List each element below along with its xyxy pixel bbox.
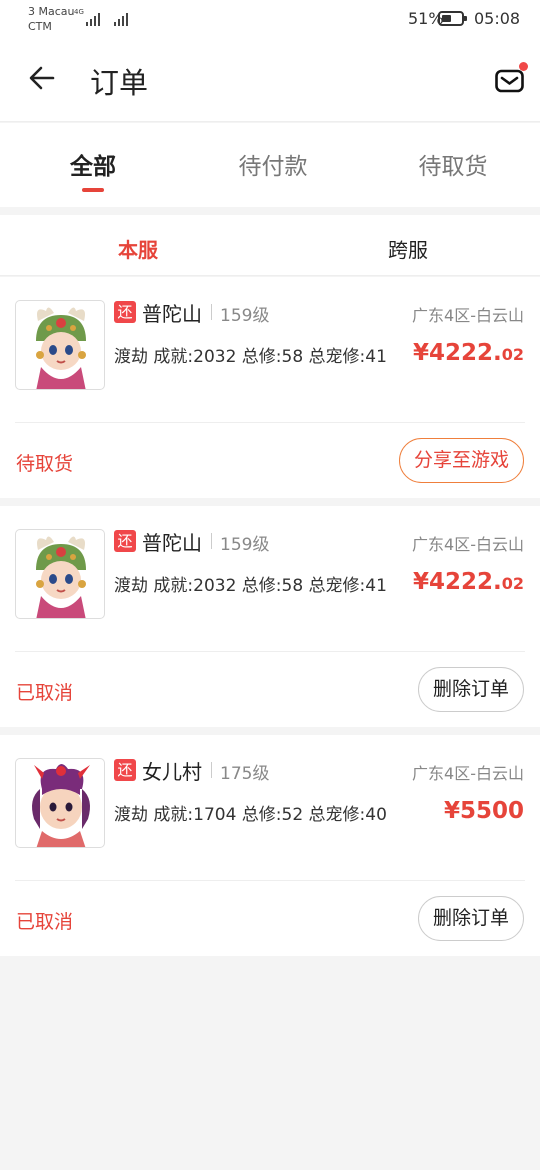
price-cents: 02 [501, 574, 524, 593]
card-divider [15, 880, 525, 881]
server-name: 广东4区-白云山 [412, 306, 524, 325]
price: ¥4222.02 [413, 340, 524, 366]
character-stats: 渡劫 成就:2032 总修:58 总宠修:41 [114, 347, 387, 367]
divider-bar [211, 304, 212, 320]
battery-icon [438, 11, 467, 26]
return-badge: 还 [114, 530, 136, 552]
order-status: 待取货 [16, 453, 74, 475]
back-arrow-icon[interactable] [26, 62, 58, 94]
price-main: ¥5500 [443, 798, 524, 824]
order-card[interactable]: 还 普陀山 159级 广东4区-白云山 渡劫 成就:2032 总修:58 总宠修… [0, 506, 540, 727]
active-tab-indicator [82, 188, 104, 192]
share-to-game-button[interactable]: 分享至游戏 [398, 438, 524, 483]
return-badge: 还 [114, 301, 136, 323]
tab-all[interactable]: 全部 [3, 147, 183, 181]
app-header: 订单 [0, 40, 540, 122]
character-school: 普陀山 [142, 302, 202, 326]
delete-order-button[interactable]: 删除订单 [417, 667, 524, 712]
status-time: 05:08 [474, 9, 521, 28]
character-level: 175级 [220, 764, 270, 784]
delete-order-button[interactable]: 删除订单 [417, 896, 524, 941]
price-main: ¥4222. [412, 340, 502, 366]
notification-dot [519, 62, 528, 71]
character-avatar [15, 758, 105, 848]
divider-bar [211, 762, 212, 778]
divider-bar [211, 533, 212, 549]
character-avatar [15, 300, 105, 390]
order-card[interactable]: 还 普陀山 159级 广东4区-白云山 渡劫 成就:2032 总修:58 总宠修… [0, 277, 540, 498]
tab-pending-pickup[interactable]: 待取货 [363, 147, 540, 181]
tab-pending-payment[interactable]: 待付款 [183, 147, 363, 181]
order-status: 已取消 [16, 911, 74, 933]
character-stats: 渡劫 成就:2032 总修:58 总宠修:41 [114, 576, 387, 596]
server-name: 广东4区-白云山 [412, 535, 524, 554]
card-divider [15, 651, 525, 652]
carrier-label: 3 Macau CTM [28, 5, 75, 33]
server-tabs: 本服 跨服 [0, 215, 540, 276]
tab-cross-server[interactable]: 跨服 [273, 234, 540, 263]
price-main: ¥4222. [412, 569, 502, 595]
character-school: 普陀山 [142, 531, 202, 555]
character-avatar [15, 529, 105, 619]
server-name: 广东4区-白云山 [412, 764, 524, 783]
price: ¥4222.02 [413, 569, 524, 595]
tab-same-server[interactable]: 本服 [3, 234, 273, 263]
order-tabs: 全部 待付款 待取货 [0, 123, 540, 207]
price-cents: 02 [501, 345, 524, 364]
page-title: 订单 [90, 66, 149, 100]
character-stats: 渡劫 成就:1704 总修:52 总宠修:40 [114, 805, 387, 825]
character-level: 159级 [220, 306, 270, 326]
price: ¥5500 [444, 798, 524, 824]
return-badge: 还 [114, 759, 136, 781]
signal-icon [86, 10, 100, 26]
signal-icon-2 [114, 10, 128, 26]
order-card[interactable]: 还 女儿村 175级 广东4区-白云山 渡劫 成就:1704 总修:52 总宠修… [0, 735, 540, 956]
card-divider [15, 422, 525, 423]
order-status: 已取消 [16, 682, 74, 704]
network-type: 4G [74, 8, 84, 16]
character-level: 159级 [220, 535, 270, 555]
status-bar: 3 Macau CTM 4G 51% 05:08 [0, 0, 540, 40]
character-school: 女儿村 [142, 760, 202, 784]
